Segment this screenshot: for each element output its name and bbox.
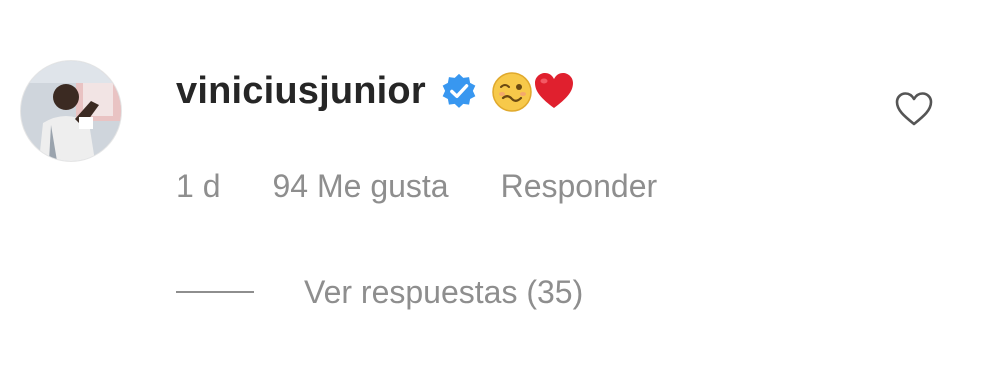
view-replies-button[interactable]: Ver respuestas (35) <box>304 274 583 311</box>
comment-header: viniciusjunior <box>176 66 576 116</box>
verified-badge-icon <box>440 72 478 110</box>
heart-outline-icon[interactable] <box>893 88 935 130</box>
red-heart-emoji <box>532 69 576 113</box>
reply-button[interactable]: Responder <box>501 168 658 205</box>
woozy-face-emoji <box>490 69 534 113</box>
avatar[interactable] <box>20 60 122 162</box>
avatar-photo <box>21 61 121 161</box>
comment: viniciusjunior 1 d 94 Me gusta Responder… <box>0 0 990 370</box>
comment-timestamp[interactable]: 1 d <box>176 168 220 205</box>
view-replies[interactable]: Ver respuestas (35) <box>176 270 583 314</box>
username-link[interactable]: viniciusjunior <box>176 70 426 113</box>
replies-divider <box>176 291 254 293</box>
comment-meta: 1 d 94 Me gusta Responder <box>176 164 657 208</box>
likes-count[interactable]: 94 Me gusta <box>272 168 448 205</box>
